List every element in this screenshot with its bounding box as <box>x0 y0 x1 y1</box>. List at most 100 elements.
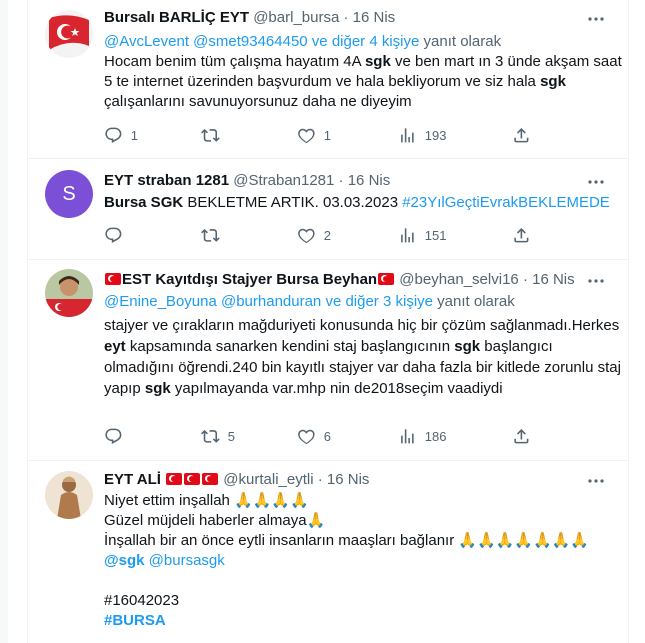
share-button[interactable] <box>512 426 531 446</box>
avatar[interactable] <box>45 10 93 58</box>
reply-mentions[interactable]: @AvcLevent @smet93464450 ve diğer 4 kişi… <box>104 33 419 50</box>
text-segment: Güzel müjdeli haberler almaya <box>104 512 307 529</box>
text-segment: stajyer ve çırakların mağduriyeti konusu… <box>104 317 620 334</box>
text-line: Niyet ettim inşallah 🙏🙏🙏🙏 <box>104 491 624 511</box>
views-button[interactable]: 186 <box>398 426 446 446</box>
text-segment: İnşallah bir an önce eytli insanların ma… <box>104 532 455 549</box>
like-button[interactable]: 1 <box>297 125 331 145</box>
timeline-border-right <box>628 0 629 643</box>
separator-dot: · <box>343 9 349 26</box>
views-icon <box>401 428 414 444</box>
views-count: 151 <box>424 227 447 243</box>
reply-context: @Enine_Boyuna @burhanduran ve diğer 3 ki… <box>104 292 515 312</box>
tweet-header: EYT ALİ @kurtali_eytli · 16 Nis <box>104 470 580 490</box>
tweet[interactable]: Bursalı BARLİÇ EYT @barl_bursa · 16 Nis … <box>28 0 628 158</box>
tweet[interactable]: EST Kayıtdışı Stajyer Bursa Beyhan @beyh… <box>28 260 628 460</box>
more-icon[interactable] <box>586 471 606 491</box>
timestamp[interactable]: 16 Nis <box>353 9 396 26</box>
text-line: @sgk @bursasgk <box>104 551 624 571</box>
reply-button[interactable]: 1 <box>104 125 138 145</box>
turkey-flag-icon <box>184 473 201 485</box>
avatar[interactable]: S <box>45 170 93 218</box>
text-bold: Bursa SGK <box>104 194 184 211</box>
text-bold: sgk <box>454 338 481 355</box>
retweet-icon <box>201 429 220 443</box>
like-count: 6 <box>323 428 331 444</box>
turkey-flag-icon <box>378 273 395 285</box>
more-icon[interactable] <box>586 9 606 29</box>
share-button[interactable] <box>512 225 531 245</box>
text-segment: Niyet ettim inşallah <box>104 492 230 509</box>
reply-count: 1 <box>130 127 138 143</box>
praying-hands-icon: 🙏🙏🙏🙏🙏🙏🙏 <box>458 532 590 549</box>
hashtag-text[interactable]: #16042023 <box>104 592 179 609</box>
retweet-button[interactable] <box>201 125 228 145</box>
tweet-text: Bursa SGK BEKLETME ARTIK. 03.03.2023 #23… <box>104 193 624 213</box>
more-icon[interactable] <box>586 271 606 291</box>
timestamp[interactable]: 16 Nis <box>327 471 370 488</box>
like-button[interactable]: 2 <box>297 225 331 245</box>
text-segment: BEKLETME ARTIK. 03.03.2023 <box>183 194 403 211</box>
tweet-text: Hocam benim tüm çalışma hayatım 4A sgk v… <box>104 52 624 112</box>
user-handle[interactable]: @barl_bursa <box>253 9 339 26</box>
reply-suffix: yanıt olarak <box>423 33 502 50</box>
left-rail <box>0 0 8 643</box>
separator-dot: · <box>338 172 344 189</box>
text-bold: sgk <box>540 73 566 90</box>
share-icon <box>514 428 529 444</box>
display-name[interactable]: EYT straban 1281 <box>104 172 229 189</box>
timestamp[interactable]: 16 Nis <box>348 172 391 189</box>
user-handle[interactable]: @kurtali_eytli <box>223 471 313 488</box>
reply-icon <box>105 428 122 444</box>
like-button[interactable]: 6 <box>297 426 331 446</box>
display-name[interactable]: Bursalı BARLİÇ EYT <box>104 9 249 26</box>
heart-icon <box>298 228 315 243</box>
text-line: #16042023 <box>104 591 624 611</box>
heart-icon <box>298 429 315 444</box>
share-button[interactable] <box>512 125 531 145</box>
tweet-actions: 2 151 <box>104 225 574 245</box>
user-handle[interactable]: @beyhan_selvi16 <box>399 271 518 288</box>
avatar[interactable] <box>45 471 93 519</box>
views-icon <box>401 127 414 143</box>
text-line: Güzel müjdeli haberler almaya🙏 <box>104 511 624 531</box>
like-count: 1 <box>323 127 331 143</box>
display-name[interactable]: EST Kayıtdışı Stajyer Bursa Beyhan <box>122 271 377 288</box>
text-line: #BURSA <box>104 611 624 631</box>
text-bold: sgk <box>144 380 171 397</box>
share-icon <box>514 227 529 243</box>
retweet-count: 5 <box>227 428 235 444</box>
retweet-button[interactable]: 5 <box>201 426 235 446</box>
share-icon <box>514 127 529 143</box>
mention-link[interactable]: @bursasgk <box>149 552 225 569</box>
user-handle[interactable]: @Straban1281 <box>233 172 334 189</box>
tweet-header: EYT straban 1281 @Straban1281 · 16 Nis <box>104 171 580 191</box>
tweet[interactable]: S EYT straban 1281 @Straban1281 · 16 Nis… <box>28 159 628 259</box>
text-segment: Hocam benim tüm çalışma hayatım 4A <box>104 53 365 70</box>
timestamp[interactable]: 16 Nis <box>532 271 575 288</box>
reply-button[interactable] <box>104 426 131 446</box>
avatar[interactable] <box>45 269 93 317</box>
hashtag-link[interactable]: #BURSA <box>104 612 166 629</box>
mention-link[interactable]: @sgk <box>104 552 144 569</box>
display-name[interactable]: EYT ALİ <box>104 471 161 488</box>
tweet-header: Bursalı BARLİÇ EYT @barl_bursa · 16 Nis <box>104 8 580 28</box>
retweet-button[interactable] <box>201 225 228 245</box>
tweet[interactable]: EYT ALİ @kurtali_eytli · 16 Nis Niyet et… <box>28 461 628 643</box>
hashtag-link[interactable]: #23YılGeçtiEvrakBEKLEMEDE <box>402 194 610 211</box>
turkey-flag-icon <box>105 273 121 285</box>
reply-mentions[interactable]: @Enine_Boyuna @burhanduran ve diğer 3 ki… <box>104 293 433 310</box>
text-segment: kapsamında sanarken kendini staj başlang… <box>125 338 455 355</box>
views-icon <box>401 227 414 243</box>
reply-context: @AvcLevent @smet93464450 ve diğer 4 kişi… <box>104 32 501 52</box>
text-line: İnşallah bir an önce eytli insanların ma… <box>104 531 624 551</box>
more-icon[interactable] <box>586 172 606 192</box>
views-button[interactable]: 193 <box>398 125 446 145</box>
text-bold: eyt <box>104 338 126 355</box>
views-button[interactable]: 151 <box>398 225 446 245</box>
views-count: 193 <box>424 127 447 143</box>
reply-button[interactable] <box>104 225 131 245</box>
tweet-text: stajyer ve çırakların mağduriyeti konusu… <box>104 315 624 399</box>
tweet-header: EST Kayıtdışı Stajyer Bursa Beyhan @beyh… <box>104 270 580 290</box>
